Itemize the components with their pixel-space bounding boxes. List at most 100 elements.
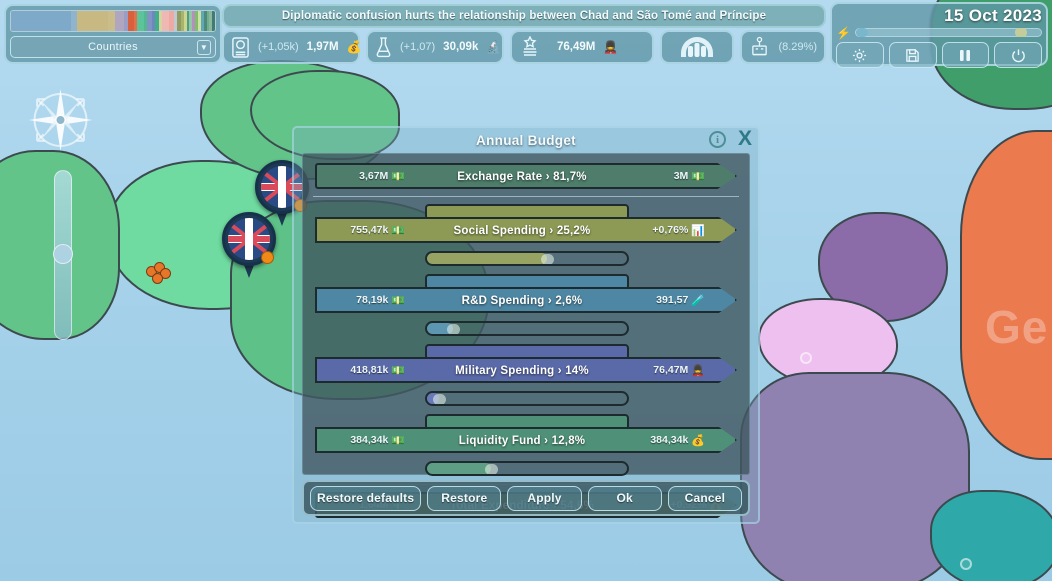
country-selector-dropdown[interactable]: Countries ▼ — [10, 36, 216, 58]
map-region-switzerland[interactable] — [930, 490, 1052, 581]
social-spending-label: Social Spending › 25,2% — [454, 225, 591, 237]
exchange-rate-row[interactable]: 3,67M 💵 Exchange Rate › 81,7% 3M 💵 — [315, 163, 737, 189]
resource-military[interactable]: 76,49M 💂 — [510, 30, 654, 64]
map-region-germany[interactable] — [960, 130, 1052, 460]
liquidity-fund-right-icon: 💰 — [691, 434, 705, 447]
research-delta: (+1,07) — [400, 41, 435, 53]
info-icon[interactable]: i — [709, 131, 726, 148]
liquidity-fund-right-value: 384,34k — [650, 434, 688, 446]
money-icon: 💵 — [391, 224, 405, 237]
social-spending-slider-knob[interactable] — [541, 254, 554, 265]
military-spending-right-icon: 💂 — [691, 364, 705, 377]
quit-button[interactable] — [994, 42, 1042, 68]
social-spending-right-value: +0,76% — [652, 224, 688, 236]
speed-slider-knob-right[interactable] — [1015, 28, 1027, 37]
military-value: 76,49M — [557, 41, 595, 53]
rd-spending-left-value: 78,19k — [356, 294, 388, 306]
map-city-marker[interactable] — [800, 352, 812, 364]
rank-segment — [137, 11, 144, 31]
chevron-down-icon[interactable]: ▼ — [197, 40, 211, 55]
liquidity-fund-left-value: 384,34k — [350, 434, 388, 446]
military-spending-row[interactable]: 418,81k 💵 Military Spending › 14% 76,47M… — [315, 344, 737, 406]
rd-spending-slider-knob[interactable] — [447, 324, 460, 335]
rd-spending-row[interactable]: 78,19k 💵 R&D Spending › 2,6% 391,57 🧪 — [315, 274, 737, 336]
map-zoom-slider[interactable] — [52, 170, 74, 340]
military-spending-right-value: 76,47M — [653, 364, 688, 376]
liquidity-fund-row[interactable]: 384,34k 💵 Liquidity Fund › 12,8% 384,34k… — [315, 414, 737, 476]
social-spending-slider[interactable] — [425, 251, 629, 266]
military-spending-bar: 418,81k 💵 Military Spending › 14% 76,47M… — [315, 357, 737, 383]
rd-spending-bar: 78,19k 💵 R&D Spending › 2,6% 391,57 🧪 — [315, 287, 737, 313]
rank-segment — [162, 11, 169, 31]
country-rank-bar[interactable] — [10, 10, 216, 32]
money-coin-icon: 💰 — [347, 40, 362, 54]
spending-rows: 755,47k 💵 Social Spending › 25,2% +0,76%… — [303, 204, 749, 476]
speed-slider-knob-left[interactable] — [856, 28, 868, 37]
country-selector-label: Countries — [88, 41, 138, 53]
resource-parliament[interactable] — [660, 30, 734, 64]
map-city-marker[interactable] — [960, 558, 972, 570]
research-value: 30,09k — [443, 41, 478, 53]
pin-badge[interactable] — [261, 251, 274, 264]
ok-button[interactable]: Ok — [588, 486, 662, 511]
liquidity-fund-slider-knob[interactable] — [485, 464, 498, 475]
money-icon — [231, 35, 250, 59]
liquidity-fund-slider[interactable] — [425, 461, 629, 476]
money-icon: 💵 — [391, 294, 405, 307]
rank-segment — [212, 11, 215, 31]
military-spending-slider-knob[interactable] — [433, 394, 446, 405]
settings-button[interactable] — [836, 42, 884, 68]
annual-budget-dialog[interactable]: Annual Budget i X 3,67M 💵 Exchange Rate … — [292, 126, 760, 524]
rd-spending-label: R&D Spending › 2,6% — [462, 295, 583, 307]
military-spending-left-value: 418,81k — [350, 364, 388, 376]
game-speed-slider[interactable]: ⚡ — [836, 26, 1042, 39]
rd-spending-slider[interactable] — [425, 321, 629, 336]
rank-segment — [108, 11, 115, 31]
restore-defaults-button[interactable]: Restore defaults — [310, 486, 421, 511]
unit-cluster[interactable] — [146, 262, 172, 292]
money-icon: 💵 — [391, 364, 405, 377]
liquidity-fund-label: Liquidity Fund › 12,8% — [459, 435, 585, 447]
apply-button[interactable]: Apply — [507, 486, 581, 511]
exchange-right-value: 3M — [674, 170, 689, 182]
liquidity-fund-bar: 384,34k 💵 Liquidity Fund › 12,8% 384,34k… — [315, 427, 737, 453]
rank-segment — [11, 11, 71, 31]
social-spending-right-icon: 📊 — [691, 224, 705, 237]
restore-button[interactable]: Restore — [427, 486, 501, 511]
dialog-button-row: Restore defaultsRestoreApply OkCancel — [302, 480, 750, 516]
research-flask-icon: 🔬 — [486, 40, 501, 54]
military-spending-slider[interactable] — [425, 391, 629, 406]
news-ticker-text: Diplomatic confusion hurts the relations… — [282, 10, 766, 22]
news-ticker[interactable]: Diplomatic confusion hurts the relations… — [222, 4, 826, 28]
pause-button[interactable] — [942, 42, 990, 68]
money-icon: 💵 — [391, 170, 405, 183]
compass-rose-icon[interactable] — [18, 84, 103, 156]
exchange-left-value: 3,67M — [359, 170, 388, 182]
industry-icon — [749, 35, 770, 59]
game-date: 15 Oct 2023 — [836, 6, 1042, 25]
money-icon: 💵 — [691, 170, 705, 183]
cancel-button[interactable]: Cancel — [668, 486, 742, 511]
resource-research[interactable]: (+1,07) 30,09k 🔬 — [366, 30, 504, 64]
rank-segment — [77, 11, 108, 31]
save-button[interactable] — [889, 42, 937, 68]
resource-money[interactable]: (+1,05k) 1,97M 💰 — [222, 30, 360, 64]
rank-segment — [115, 11, 124, 31]
parliament-icon — [674, 35, 720, 59]
military-icon — [519, 35, 541, 59]
zoom-slider-knob[interactable] — [53, 244, 73, 264]
social-spending-slider-fill — [427, 253, 547, 264]
money-value: 1,97M — [307, 41, 339, 53]
lightning-bolt-icon: ⚡ — [836, 27, 851, 39]
money-delta: (+1,05k) — [258, 41, 299, 53]
close-icon[interactable]: X — [738, 128, 752, 150]
military-spending-label: Military Spending › 14% — [455, 365, 589, 377]
resource-industry[interactable]: (8.29%) — [740, 30, 826, 64]
map-pin-uk-south[interactable] — [222, 212, 276, 280]
rd-spending-right-value: 391,57 — [656, 294, 688, 306]
game-controls-panel: 15 Oct 2023 ⚡ — [830, 2, 1048, 66]
speed-slider-track[interactable] — [855, 28, 1042, 37]
social-spending-bar: 755,47k 💵 Social Spending › 25,2% +0,76%… — [315, 217, 737, 243]
research-icon — [375, 35, 392, 59]
social-spending-row[interactable]: 755,47k 💵 Social Spending › 25,2% +0,76%… — [315, 204, 737, 266]
